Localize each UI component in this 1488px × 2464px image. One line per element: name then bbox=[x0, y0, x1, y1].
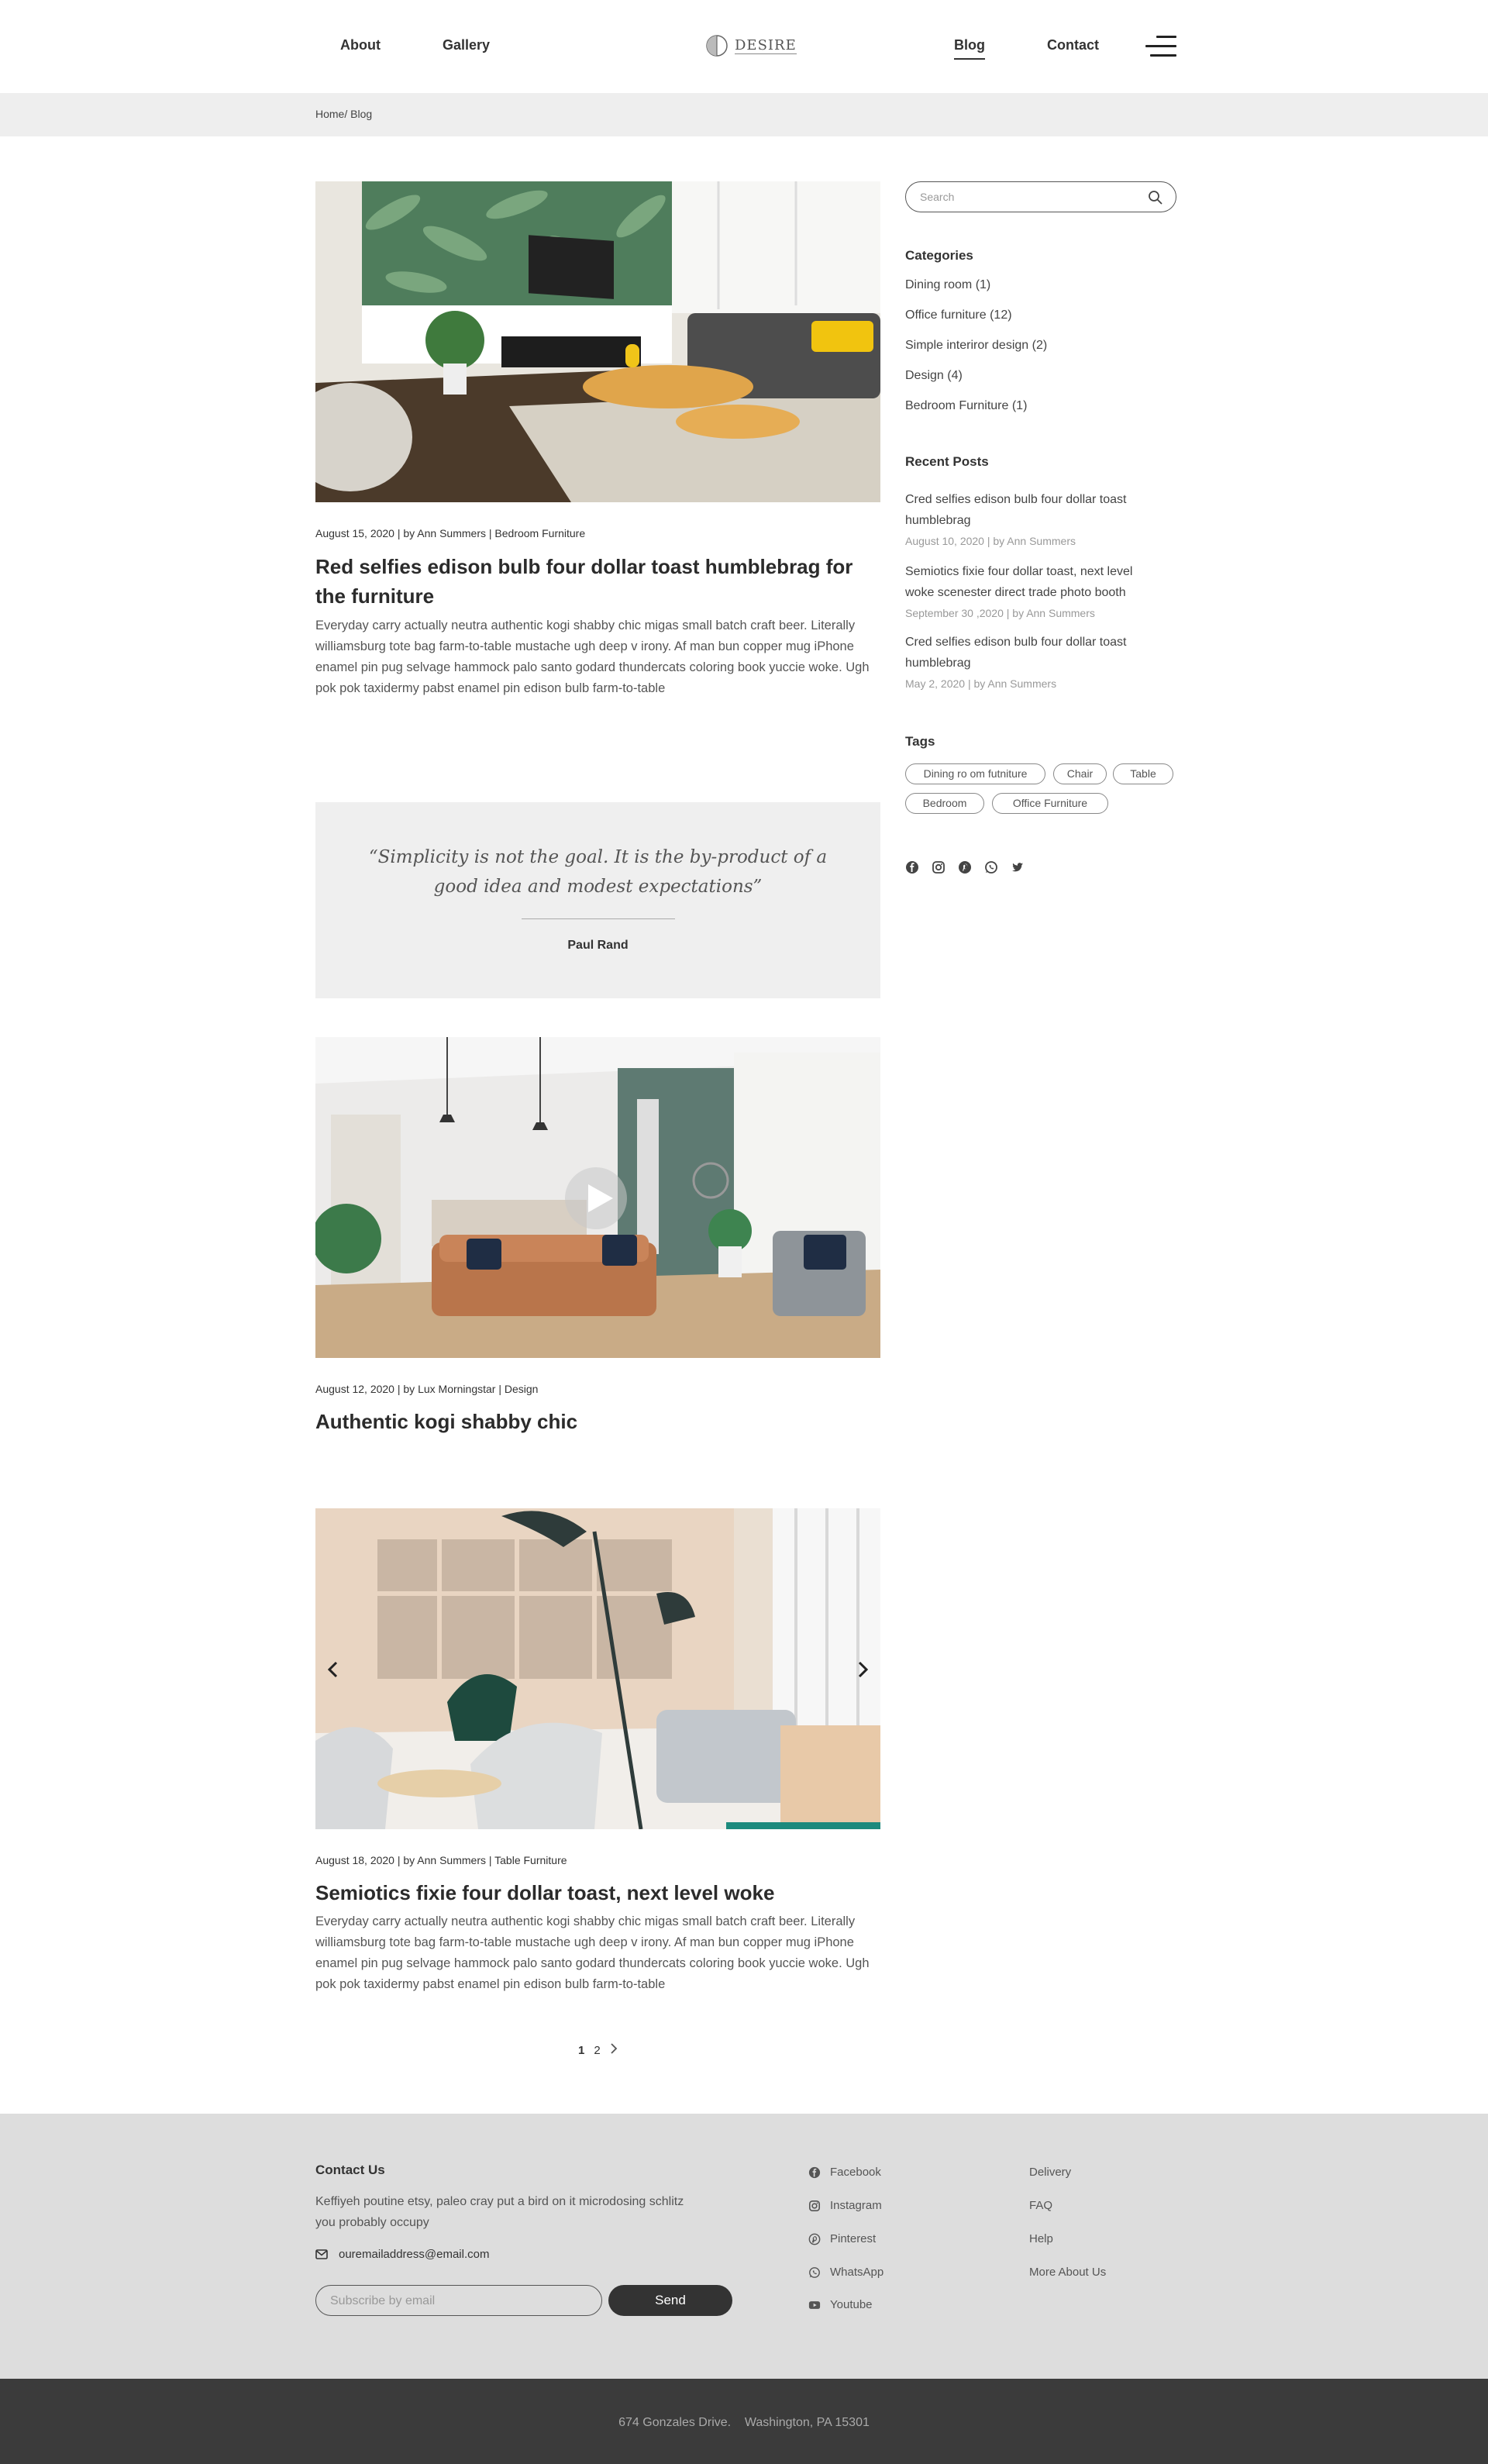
post-meta: August 15, 2020 | by Ann Summers | Bedro… bbox=[315, 527, 586, 539]
recent-post-title[interactable]: Cred selfies edison bulb four dollar toa… bbox=[905, 632, 1161, 674]
recent-post-title[interactable]: Semiotics fixie four dollar toast, next … bbox=[905, 561, 1161, 603]
post-excerpt: Everyday carry actually neutra authentic… bbox=[315, 619, 870, 695]
breadcrumb[interactable]: Home/ Blog bbox=[315, 108, 372, 120]
sidebar-social-links bbox=[905, 860, 1025, 874]
tag-chip[interactable]: Office Furniture bbox=[992, 793, 1108, 814]
subscribe-email-input[interactable] bbox=[330, 2293, 586, 2310]
search-box bbox=[905, 181, 1176, 212]
logo-icon bbox=[706, 35, 728, 57]
slider-next-icon[interactable] bbox=[852, 1659, 873, 1680]
email-address[interactable]: ouremailaddress@email.com bbox=[339, 2248, 489, 2261]
footer-address: 674 Gonzales Drive. Washington, PA 15301 bbox=[618, 2416, 870, 2429]
pagination: 1 2 bbox=[578, 2043, 618, 2057]
social-label: Pinterest bbox=[830, 2232, 877, 2245]
youtube-icon bbox=[808, 2300, 821, 2309]
category-item[interactable]: Dining room (1) bbox=[905, 278, 990, 292]
footer-social-whatsapp[interactable]: WhatsApp bbox=[808, 2266, 884, 2279]
category-item[interactable]: Design (4) bbox=[905, 369, 963, 383]
post-meta: August 12, 2020 | by Lux Morningstar | D… bbox=[315, 1383, 539, 1395]
facebook-icon[interactable] bbox=[905, 860, 919, 874]
post-title[interactable]: Semiotics fixie four dollar toast, next … bbox=[315, 1878, 880, 1907]
post-title[interactable]: Authentic kogi shabby chic bbox=[315, 1407, 880, 1436]
footer-social-youtube[interactable]: Youtube bbox=[808, 2298, 873, 2311]
category-item[interactable]: Simple interiror design (2) bbox=[905, 339, 1047, 353]
tag-chip[interactable]: Chair bbox=[1053, 763, 1107, 784]
page-1[interactable]: 1 bbox=[578, 2044, 584, 2057]
footer-link-faq[interactable]: FAQ bbox=[1029, 2199, 1052, 2212]
pinterest-icon bbox=[808, 2233, 821, 2245]
whatsapp-icon[interactable] bbox=[984, 860, 998, 874]
page-2[interactable]: 2 bbox=[594, 2044, 600, 2057]
recent-post-meta: August 10, 2020 | by Ann Summers bbox=[905, 535, 1076, 547]
menu-toggle-icon[interactable] bbox=[1145, 36, 1176, 59]
tags-heading: Tags bbox=[905, 734, 935, 749]
social-label: WhatsApp bbox=[830, 2266, 884, 2279]
contact-heading: Contact Us bbox=[315, 2162, 385, 2177]
footer-link-delivery[interactable]: Delivery bbox=[1029, 2166, 1071, 2179]
category-item[interactable]: Bedroom Furniture (1) bbox=[905, 399, 1027, 413]
instagram-icon[interactable] bbox=[932, 860, 946, 874]
recent-posts-heading: Recent Posts bbox=[905, 454, 989, 469]
recent-post-title[interactable]: Cred selfies edison bulb four dollar toa… bbox=[905, 489, 1161, 531]
social-label: Instagram bbox=[830, 2199, 882, 2212]
categories-heading: Categories bbox=[905, 248, 973, 263]
facebook-icon bbox=[808, 2166, 821, 2178]
pinterest-icon[interactable] bbox=[958, 860, 972, 874]
recent-post-meta: May 2, 2020 | by Ann Summers bbox=[905, 677, 1057, 690]
category-item[interactable]: Office furniture (12) bbox=[905, 308, 1012, 322]
post-video-thumbnail[interactable] bbox=[315, 1037, 880, 1358]
post-title[interactable]: Red selfies edison bulb four dollar toas… bbox=[315, 552, 880, 611]
twitter-icon[interactable] bbox=[1011, 860, 1025, 874]
quote-divider bbox=[522, 918, 675, 919]
contact-email[interactable]: ouremailaddress@email.com bbox=[315, 2248, 489, 2261]
footer-link-about[interactable]: More About Us bbox=[1029, 2266, 1106, 2279]
tag-chip[interactable]: Dining ro om futniture bbox=[905, 763, 1045, 784]
recent-post-meta: September 30 ,2020 | by Ann Summers bbox=[905, 607, 1095, 619]
nav-blog[interactable]: Blog bbox=[954, 37, 985, 60]
site-header: About Gallery DESIRE Blog Contact bbox=[0, 0, 1488, 93]
social-label: Facebook bbox=[830, 2166, 881, 2179]
subscribe-box bbox=[315, 2285, 602, 2316]
play-icon bbox=[588, 1184, 613, 1212]
logo-text: DESIRE bbox=[735, 36, 797, 54]
instagram-icon bbox=[808, 2200, 821, 2211]
slider-prev-icon[interactable] bbox=[323, 1659, 343, 1680]
chevron-right-icon[interactable] bbox=[610, 2043, 618, 2057]
tag-chip[interactable]: Table bbox=[1113, 763, 1173, 784]
bottom-bar: 674 Gonzales Drive. Washington, PA 15301 bbox=[0, 2379, 1488, 2464]
post-excerpt: Everyday carry actually neutra authentic… bbox=[315, 1914, 870, 1991]
footer-social-pinterest[interactable]: Pinterest bbox=[808, 2232, 876, 2245]
video-play-button[interactable] bbox=[565, 1167, 627, 1229]
post-meta: August 18, 2020 | by Ann Summers | Table… bbox=[315, 1854, 567, 1866]
quote-author: Paul Rand bbox=[567, 939, 629, 952]
contact-text: Keffiyeh poutine etsy, paleo cray put a … bbox=[315, 2195, 684, 2229]
nav-about[interactable]: About bbox=[340, 37, 381, 53]
post-image-slider[interactable] bbox=[315, 1508, 880, 1829]
search-icon[interactable] bbox=[1148, 190, 1163, 205]
whatsapp-icon bbox=[809, 2266, 820, 2278]
post-image-living-room[interactable] bbox=[315, 181, 880, 502]
social-label: Youtube bbox=[830, 2298, 873, 2311]
site-logo[interactable]: DESIRE bbox=[705, 34, 797, 57]
quote-block: “Simplicity is not the goal. It is the b… bbox=[315, 802, 880, 998]
nav-contact[interactable]: Contact bbox=[1047, 37, 1099, 53]
nav-gallery[interactable]: Gallery bbox=[443, 37, 490, 53]
search-input[interactable] bbox=[920, 189, 1137, 205]
tag-chip[interactable]: Bedroom bbox=[905, 793, 984, 814]
mail-icon bbox=[315, 2249, 328, 2259]
send-button[interactable]: Send bbox=[608, 2285, 732, 2316]
footer-social-instagram[interactable]: Instagram bbox=[808, 2199, 882, 2212]
breadcrumb-bar: Home/ Blog bbox=[0, 93, 1488, 136]
quote-text: “Simplicity is not the goal. It is the b… bbox=[368, 847, 828, 897]
footer-link-help[interactable]: Help bbox=[1029, 2232, 1053, 2245]
site-footer: Contact Us Keffiyeh poutine etsy, paleo … bbox=[0, 2114, 1488, 2379]
footer-social-facebook[interactable]: Facebook bbox=[808, 2166, 881, 2179]
